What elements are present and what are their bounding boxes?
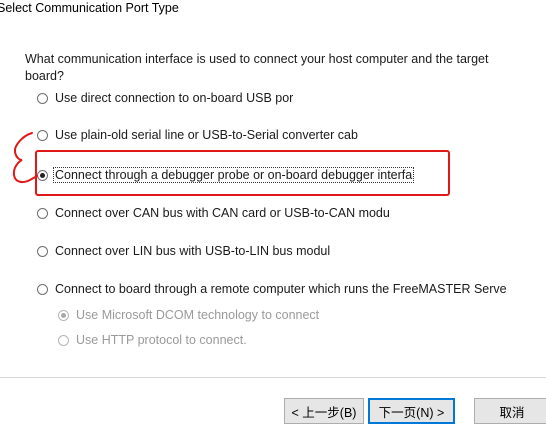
option-remote-computer[interactable]: Connect to board through a remote comput… (37, 280, 507, 298)
option-label: Use Microsoft DCOM technology to connect (76, 308, 320, 322)
option-label: Use HTTP protocol to connect. (76, 333, 247, 347)
option-label: Connect over CAN bus with CAN card or US… (55, 206, 390, 220)
option-label: Use direct connection to on-board USB po… (55, 91, 294, 105)
option-label: Connect over LIN bus with USB-to-LIN bus… (55, 244, 331, 258)
sub-option-http[interactable]: Use HTTP protocol to connect. (58, 331, 247, 349)
option-can-bus[interactable]: Connect over CAN bus with CAN card or US… (37, 204, 390, 222)
option-serial-line[interactable]: Use plain-old serial line or USB-to-Seri… (37, 126, 358, 144)
dialog-title: Select Communication Port Type (0, 1, 179, 15)
annotation-highlight-box (35, 150, 450, 196)
footer-separator (0, 377, 546, 378)
radio-icon[interactable] (37, 129, 48, 141)
option-label: Connect to board through a remote comput… (55, 282, 507, 296)
option-usb-direct[interactable]: Use direct connection to on-board USB po… (37, 89, 293, 107)
cancel-button[interactable]: 取消 (474, 398, 546, 424)
radio-icon[interactable] (37, 283, 48, 295)
back-button[interactable]: < 上一步(B) (284, 398, 364, 424)
sub-option-dcom[interactable]: Use Microsoft DCOM technology to connect (58, 306, 319, 324)
question-text: What communication interface is used to … (25, 52, 489, 83)
radio-selected-icon[interactable] (58, 309, 69, 321)
option-lin-bus[interactable]: Connect over LIN bus with USB-to-LIN bus… (37, 242, 330, 260)
radio-icon[interactable] (37, 92, 48, 104)
radio-icon[interactable] (37, 207, 48, 219)
radio-icon[interactable] (37, 245, 48, 257)
next-button[interactable]: 下一页(N) > (368, 398, 455, 424)
option-label: Use plain-old serial line or USB-to-Seri… (55, 128, 358, 142)
radio-icon[interactable] (58, 334, 69, 346)
